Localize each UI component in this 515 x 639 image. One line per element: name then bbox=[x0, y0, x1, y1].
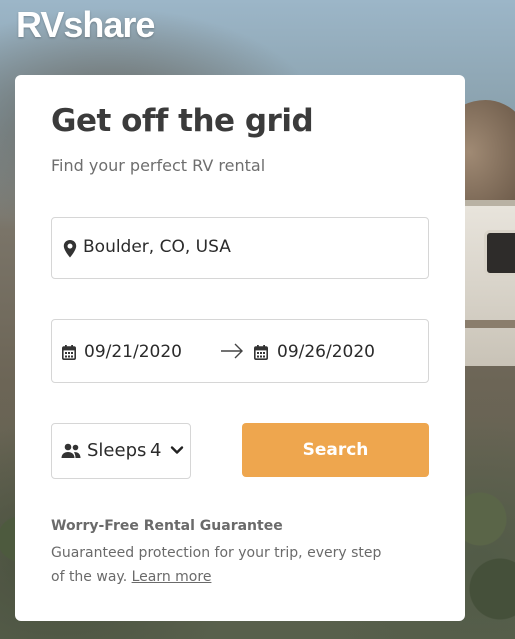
background-rv-window bbox=[484, 230, 515, 276]
search-button[interactable]: Search bbox=[242, 423, 429, 477]
map-pin-icon bbox=[63, 240, 77, 258]
page-title: Get off the grid bbox=[51, 103, 314, 139]
end-date[interactable]: 09/26/2020 bbox=[277, 342, 375, 362]
location-value: Boulder, CO, USA bbox=[83, 237, 231, 257]
guarantee-body: Guaranteed protection for your trip, eve… bbox=[51, 545, 382, 585]
learn-more-link[interactable]: Learn more bbox=[132, 569, 212, 585]
arrow-right-icon bbox=[221, 343, 243, 359]
sleeps-value: 4 bbox=[150, 440, 162, 461]
background-rv-stripe bbox=[465, 320, 515, 328]
people-icon bbox=[61, 443, 81, 458]
location-input[interactable]: Boulder, CO, USA bbox=[51, 217, 429, 279]
sleeps-select[interactable]: Sleeps 4 bbox=[51, 423, 191, 479]
background-rv bbox=[465, 200, 515, 366]
rvshare-logo[interactable]: RVshare bbox=[16, 4, 155, 46]
date-range-input[interactable]: 09/21/2020 09/26/2020 bbox=[51, 319, 429, 383]
guarantee-text: Guaranteed protection for your trip, eve… bbox=[51, 541, 391, 589]
page-subtitle: Find your perfect RV rental bbox=[51, 156, 266, 175]
search-card: Get off the grid Find your perfect RV re… bbox=[15, 75, 465, 621]
calendar-icon bbox=[62, 345, 76, 360]
chevron-down-icon bbox=[170, 446, 184, 454]
start-date[interactable]: 09/21/2020 bbox=[84, 342, 182, 362]
calendar-icon bbox=[254, 345, 268, 360]
sleeps-label: Sleeps bbox=[87, 440, 147, 461]
guarantee-title: Worry-Free Rental Guarantee bbox=[51, 518, 283, 534]
